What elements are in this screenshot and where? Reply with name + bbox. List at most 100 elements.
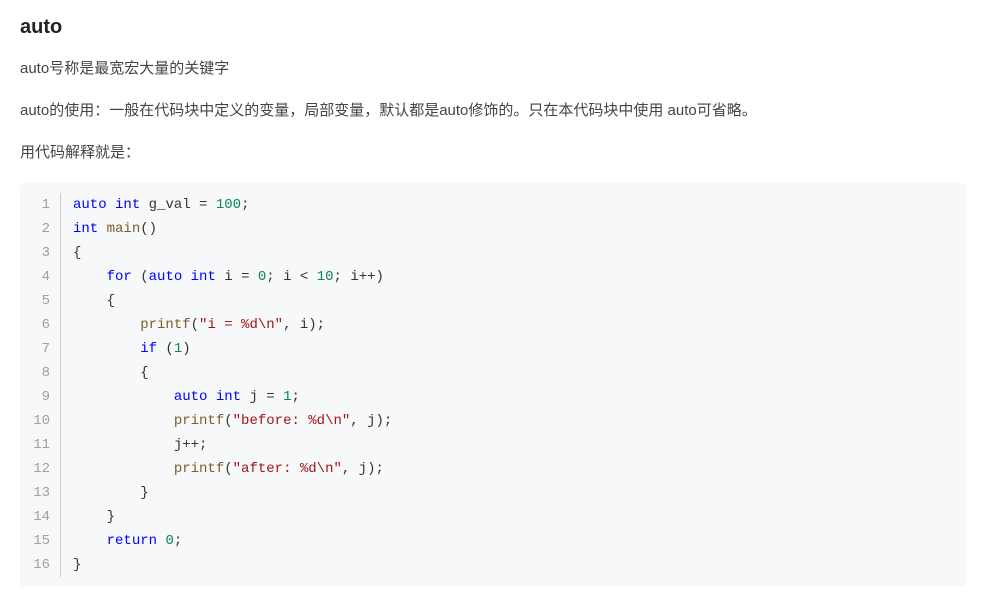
code-content: auto int j = 1; bbox=[61, 385, 300, 409]
token-pl: } bbox=[73, 485, 149, 501]
code-content: auto int g_val = 100; bbox=[61, 193, 249, 217]
code-content: for (auto int i = 0; i < 10; i++) bbox=[61, 265, 384, 289]
token-pl: , j); bbox=[350, 413, 392, 429]
token-kw: int bbox=[115, 197, 140, 213]
token-pl bbox=[73, 341, 140, 357]
token-pl: ) bbox=[182, 341, 190, 357]
token-pl: ( bbox=[157, 341, 174, 357]
code-line: 16} bbox=[20, 553, 967, 577]
token-pl: { bbox=[73, 293, 115, 309]
code-content: { bbox=[61, 289, 115, 313]
code-line: 9 auto int j = 1; bbox=[20, 385, 967, 409]
token-pl bbox=[73, 533, 107, 549]
code-content: printf("before: %d\n", j); bbox=[61, 409, 392, 433]
code-line: 2int main() bbox=[20, 217, 967, 241]
token-pl: , j); bbox=[342, 461, 384, 477]
code-line: 3{ bbox=[20, 241, 967, 265]
token-pl: i = bbox=[216, 269, 258, 285]
token-pl bbox=[182, 269, 190, 285]
code-line: 6 printf("i = %d\n", i); bbox=[20, 313, 967, 337]
token-str: "before: %d\n" bbox=[233, 413, 351, 429]
token-pl: ( bbox=[224, 413, 232, 429]
line-number: 12 bbox=[20, 457, 60, 481]
token-kw: int bbox=[73, 221, 98, 237]
token-pl bbox=[73, 413, 174, 429]
token-pl: , i); bbox=[283, 317, 325, 333]
code-content: { bbox=[61, 241, 81, 265]
token-kw: for bbox=[107, 269, 132, 285]
code-line: 4 for (auto int i = 0; i < 10; i++) bbox=[20, 265, 967, 289]
paragraph: auto号称是最宽宏大量的关键字 bbox=[20, 57, 967, 81]
token-kw: if bbox=[140, 341, 157, 357]
token-pl: { bbox=[73, 365, 149, 381]
token-fn: printf bbox=[174, 413, 224, 429]
line-number: 4 bbox=[20, 265, 60, 289]
code-content: printf("after: %d\n", j); bbox=[61, 457, 384, 481]
paragraph: 用代码解释就是： bbox=[20, 141, 967, 165]
line-number: 5 bbox=[20, 289, 60, 313]
code-line: 10 printf("before: %d\n", j); bbox=[20, 409, 967, 433]
code-content: int main() bbox=[61, 217, 157, 241]
token-kw: auto bbox=[174, 389, 208, 405]
line-number: 16 bbox=[20, 553, 60, 577]
line-number: 9 bbox=[20, 385, 60, 409]
line-number: 1 bbox=[20, 193, 60, 217]
code-line: 14 } bbox=[20, 505, 967, 529]
token-kw: int bbox=[191, 269, 216, 285]
token-pl bbox=[73, 269, 107, 285]
line-number: 15 bbox=[20, 529, 60, 553]
token-pl: ( bbox=[191, 317, 199, 333]
token-pl: } bbox=[73, 509, 115, 525]
token-num: 0 bbox=[165, 533, 173, 549]
code-line: 1auto int g_val = 100; bbox=[20, 193, 967, 217]
code-content: { bbox=[61, 361, 149, 385]
token-fn: main bbox=[107, 221, 141, 237]
token-pl: ; bbox=[241, 197, 249, 213]
code-content: return 0; bbox=[61, 529, 182, 553]
line-number: 13 bbox=[20, 481, 60, 505]
code-block: 1auto int g_val = 100;2int main()3{4 for… bbox=[20, 183, 967, 587]
token-fn: printf bbox=[140, 317, 190, 333]
code-content: } bbox=[61, 553, 81, 577]
token-pl: ; bbox=[291, 389, 299, 405]
token-pl: ; i < bbox=[266, 269, 316, 285]
token-kw: return bbox=[107, 533, 157, 549]
token-kw: auto bbox=[149, 269, 183, 285]
line-number: 14 bbox=[20, 505, 60, 529]
code-content: if (1) bbox=[61, 337, 191, 361]
token-pl: g_val = bbox=[140, 197, 216, 213]
code-line: 8 { bbox=[20, 361, 967, 385]
line-number: 3 bbox=[20, 241, 60, 265]
token-pl bbox=[73, 389, 174, 405]
code-line: 12 printf("after: %d\n", j); bbox=[20, 457, 967, 481]
token-pl: { bbox=[73, 245, 81, 261]
code-line: 15 return 0; bbox=[20, 529, 967, 553]
token-num: 10 bbox=[317, 269, 334, 285]
code-line: 13 } bbox=[20, 481, 967, 505]
code-line: 11 j++; bbox=[20, 433, 967, 457]
token-pl: ; bbox=[174, 533, 182, 549]
paragraph: auto的使用：一般在代码块中定义的变量，局部变量，默认都是auto修饰的。只在… bbox=[20, 99, 967, 123]
token-pl: ( bbox=[224, 461, 232, 477]
code-content: j++; bbox=[61, 433, 207, 457]
token-num: 1 bbox=[174, 341, 182, 357]
token-pl bbox=[73, 461, 174, 477]
token-str: "i = %d\n" bbox=[199, 317, 283, 333]
token-pl: () bbox=[140, 221, 157, 237]
token-fn: printf bbox=[174, 461, 224, 477]
code-line: 5 { bbox=[20, 289, 967, 313]
token-pl: j++; bbox=[73, 437, 207, 453]
line-number: 6 bbox=[20, 313, 60, 337]
token-pl: j = bbox=[241, 389, 283, 405]
line-number: 10 bbox=[20, 409, 60, 433]
line-number: 8 bbox=[20, 361, 60, 385]
token-pl bbox=[107, 197, 115, 213]
token-pl: ( bbox=[132, 269, 149, 285]
token-pl bbox=[207, 389, 215, 405]
token-str: "after: %d\n" bbox=[233, 461, 342, 477]
code-content: } bbox=[61, 505, 115, 529]
code-content: printf("i = %d\n", i); bbox=[61, 313, 325, 337]
token-pl: } bbox=[73, 557, 81, 573]
line-number: 11 bbox=[20, 433, 60, 457]
token-pl: ; i++) bbox=[334, 269, 384, 285]
